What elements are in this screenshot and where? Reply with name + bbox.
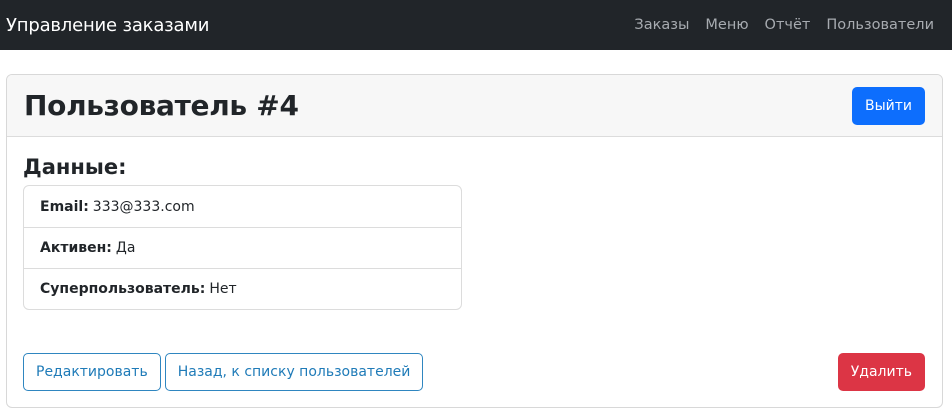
nav-links: Заказы Меню Отчёт Пользователи [634, 17, 934, 33]
superuser-label: Суперпользователь: [40, 281, 206, 297]
card-actions: Редактировать Назад, к списку пользовате… [7, 353, 942, 391]
active-label: Активен: [40, 240, 112, 256]
delete-button[interactable]: Удалить [837, 353, 925, 391]
active-value: Да [115, 240, 136, 256]
list-item-superuser: Суперпользователь: Нет [24, 268, 461, 309]
superuser-value: Нет [209, 281, 237, 297]
navbar-brand[interactable]: Управление заказами [6, 15, 209, 36]
list-item-email: Email: 333@333.com [24, 186, 461, 227]
back-to-users-button[interactable]: Назад, к списку пользователей [164, 353, 424, 391]
card-header: Пользователь #4 Выйти [7, 75, 942, 137]
top-navbar: Управление заказами Заказы Меню Отчёт По… [0, 0, 952, 50]
nav-link-users[interactable]: Пользователи [826, 17, 934, 33]
user-data-list: Email: 333@333.com Активен: Да Суперполь… [23, 185, 462, 310]
nav-link-report[interactable]: Отчёт [765, 17, 811, 33]
nav-link-orders[interactable]: Заказы [634, 17, 689, 33]
list-item-active: Активен: Да [24, 227, 461, 268]
page-title: Пользователь #4 [24, 89, 299, 122]
actions-left: Редактировать Назад, к списку пользовате… [23, 353, 424, 391]
edit-button[interactable]: Редактировать [23, 353, 161, 391]
card-body: Данные: Email: 333@333.com Активен: Да С… [7, 137, 942, 310]
nav-link-menu[interactable]: Меню [705, 17, 748, 33]
logout-button[interactable]: Выйти [851, 86, 925, 125]
email-value: 333@333.com [92, 198, 195, 215]
user-card: Пользователь #4 Выйти Данные: Email: 333… [6, 74, 943, 408]
email-label: Email: [40, 198, 89, 215]
section-title: Данные: [23, 155, 127, 179]
